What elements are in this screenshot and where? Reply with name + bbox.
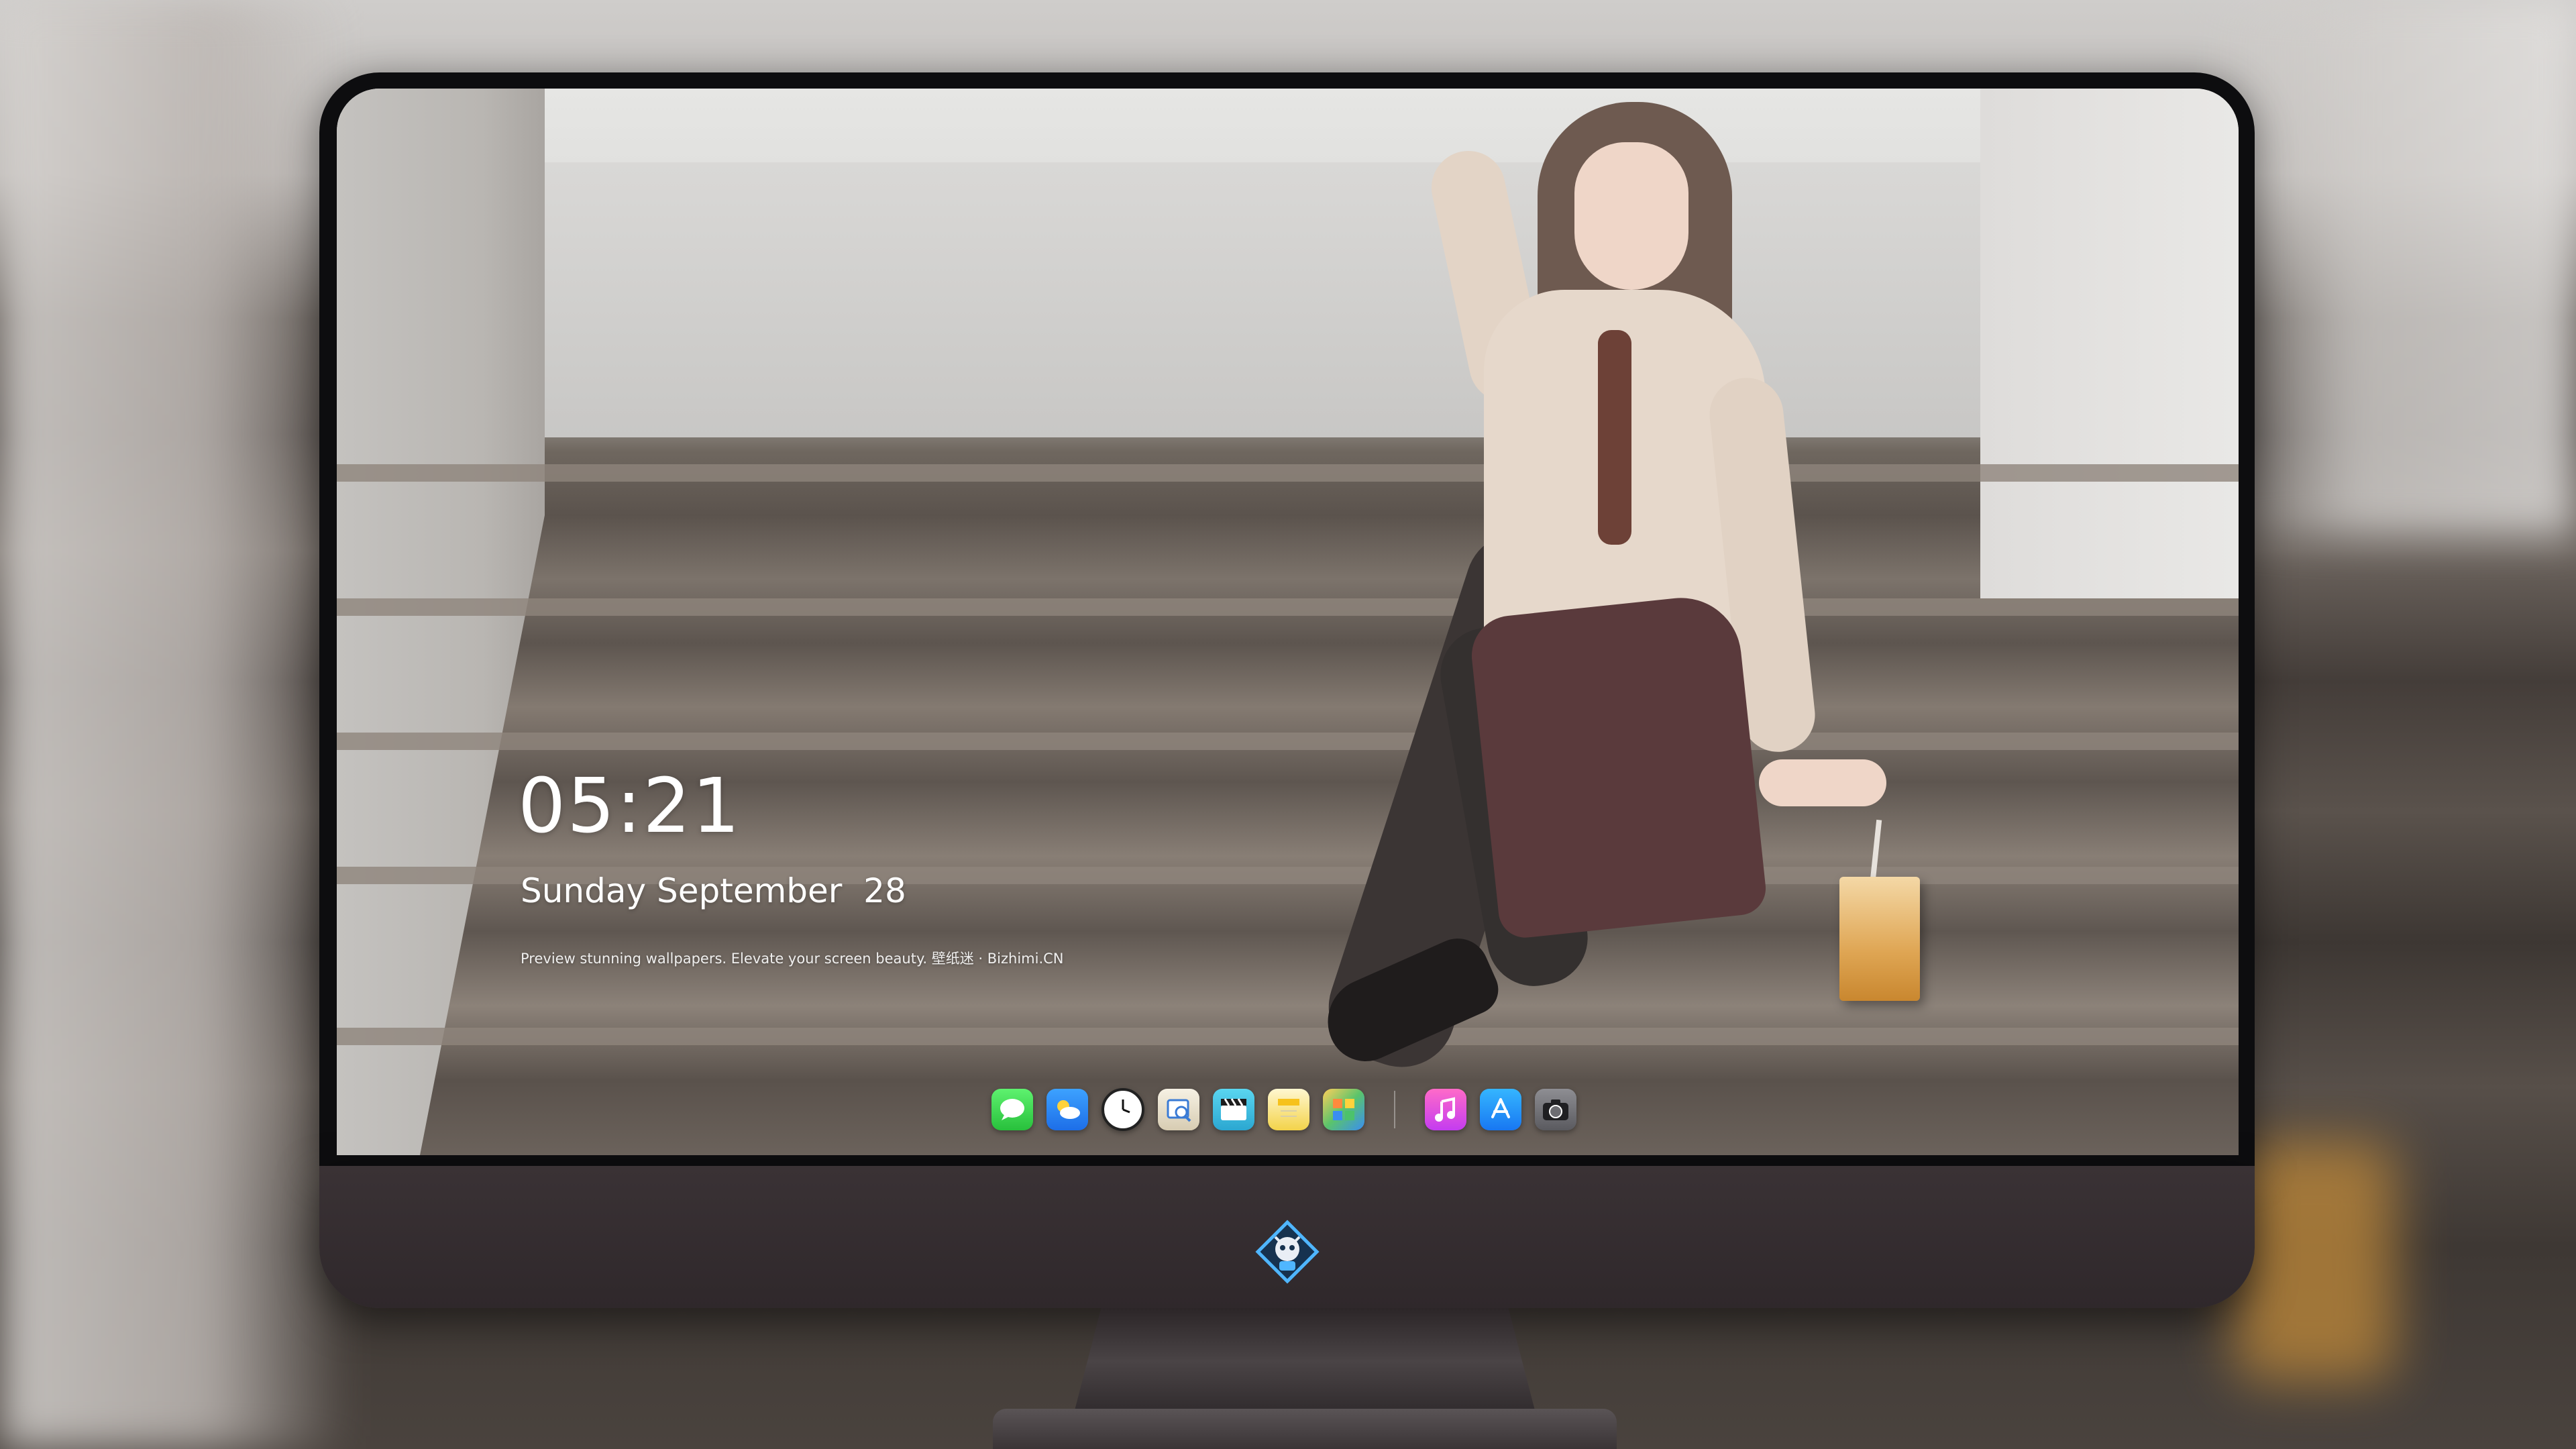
notes-icon[interactable] (1268, 1089, 1309, 1130)
wallpaper-subject (1313, 89, 1907, 1155)
lock-screen-tagline: Preview stunning wallpapers. Elevate you… (521, 951, 1064, 967)
photos-icon[interactable] (1323, 1089, 1364, 1130)
wallpaper-subject-hand (1759, 759, 1886, 806)
background-drink-blur (2234, 1140, 2395, 1382)
brand-logo-icon (1255, 1220, 1320, 1284)
dock-separator (1394, 1091, 1395, 1128)
background-right-wall (2200, 0, 2576, 537)
app-store-icon[interactable] (1480, 1089, 1521, 1130)
monitor-stand-base (993, 1409, 1617, 1449)
wallpaper-step-edge (337, 598, 2239, 616)
music-icon[interactable] (1425, 1089, 1466, 1130)
monitor-chin (319, 1166, 2255, 1308)
wallpaper-subject-face (1574, 142, 1688, 290)
weather-icon[interactable] (1046, 1089, 1088, 1130)
lock-screen-date: Sunday September 28 (521, 871, 906, 910)
background-left-wall (0, 0, 349, 1449)
wallpaper-drink-box (1839, 877, 1920, 1001)
monitor-stand (1073, 1308, 1536, 1415)
wallpaper-step-edge (337, 464, 2239, 482)
clock-icon[interactable] (1102, 1088, 1144, 1131)
lock-screen-time: 05:21 (518, 763, 741, 850)
wallpaper-step-edge (337, 1028, 2239, 1045)
clapper-icon[interactable] (1213, 1089, 1254, 1130)
dock (991, 1083, 1576, 1136)
wallpaper-step-edge (337, 733, 2239, 750)
wallpaper-subject-bow (1598, 330, 1631, 545)
wallpaper-subject-skirt (1468, 592, 1768, 941)
camera-icon[interactable] (1535, 1089, 1576, 1130)
messages-icon[interactable] (991, 1089, 1033, 1130)
wallpaper-right-wall (1980, 89, 2239, 598)
desktop-screen: 05:21 Sunday September 28 Preview stunni… (337, 89, 2239, 1155)
preview-icon[interactable] (1158, 1089, 1199, 1130)
